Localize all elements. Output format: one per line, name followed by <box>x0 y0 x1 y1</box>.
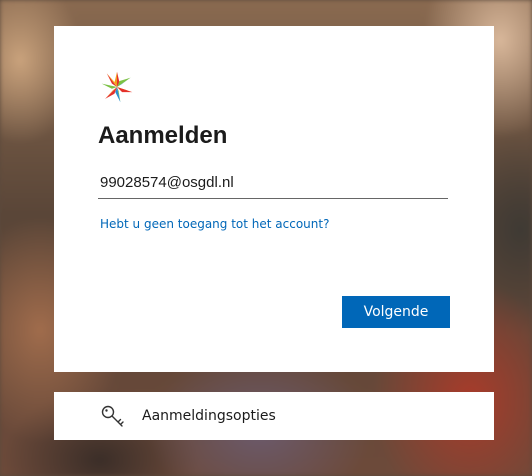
star-logo-icon <box>101 71 133 103</box>
signin-card: Aanmelden Hebt u geen toegang tot het ac… <box>54 26 494 372</box>
signin-options-label: Aanmeldingsopties <box>142 408 276 424</box>
no-access-link[interactable]: Hebt u geen toegang tot het account? <box>100 217 329 231</box>
key-icon <box>101 405 124 427</box>
page-title: Aanmelden <box>98 122 228 149</box>
next-button[interactable]: Volgende <box>342 296 450 328</box>
signin-options-button[interactable]: Aanmeldingsopties <box>54 392 494 440</box>
email-field[interactable] <box>98 168 452 196</box>
email-field-wrapper <box>98 168 452 199</box>
